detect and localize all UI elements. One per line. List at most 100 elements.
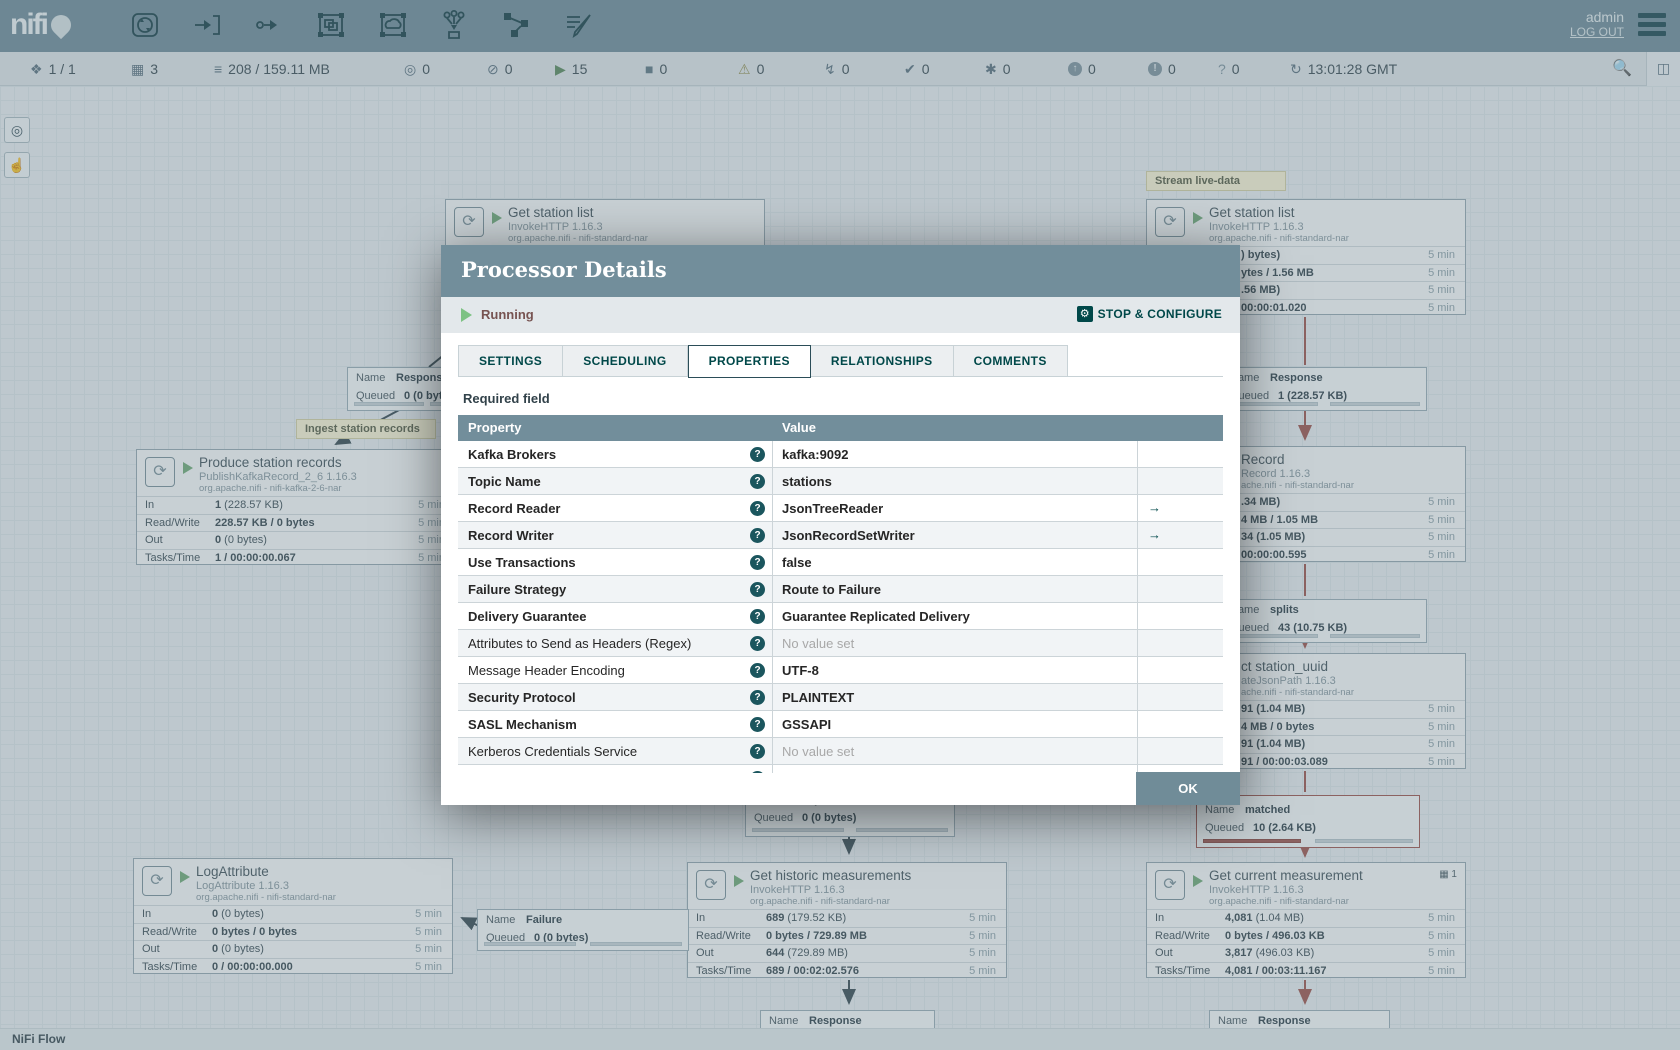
help-icon[interactable]: ? [750,663,765,678]
go-to-service-icon[interactable]: → [1148,527,1161,542]
property-name: Attributes to Send as Headers (Regex) [468,636,692,651]
help-icon[interactable]: ? [750,690,765,705]
property-value: Guarantee Replicated Delivery [782,609,970,624]
property-value: No value set [782,744,855,759]
help-icon[interactable]: ? [750,528,765,543]
property-value: JsonTreeReader [782,501,884,516]
column-divider [772,684,773,710]
column-divider [1137,441,1138,467]
property-value: kafka:9092 [782,447,849,462]
run-status-text: Running [481,307,534,322]
property-name: SASL Mechanism [468,717,577,732]
tab-scheduling[interactable]: SCHEDULING [563,345,688,377]
column-divider [772,657,773,683]
required-field-note: Required field [463,391,550,406]
property-value: Route to Failure [782,582,881,597]
column-divider [772,576,773,602]
dialog-header: Processor Details [441,245,1240,297]
column-divider [1137,657,1138,683]
property-name: Delivery Guarantee [468,609,587,624]
processor-details-dialog: Processor Details Running ⚙ STOP & CONFI… [441,245,1240,805]
column-divider [1137,576,1138,602]
ok-button[interactable]: OK [1136,772,1240,805]
property-name: Record Reader [468,501,561,516]
property-name: Kerberos Credentials Service [468,744,638,759]
property-value: No value set [782,771,854,773]
dialog-status-row: Running ⚙ STOP & CONFIGURE [441,297,1240,333]
property-name: Failure Strategy [468,582,567,597]
property-value: false [782,555,812,570]
property-value: GSSAPI [782,717,832,732]
property-row: Use Transactions? false [458,549,1223,576]
tab-relationships[interactable]: RELATIONSHIPS [810,345,954,377]
column-divider [772,630,773,656]
property-value: No value set [782,636,855,651]
properties-table-header: Property Value [458,415,1223,441]
property-name: Record Writer [468,528,554,543]
property-row: Delivery Guarantee? Guarantee Replicated … [458,603,1223,630]
property-row: Kerberos Credentials Service? No value se… [458,738,1223,765]
column-divider [772,738,773,764]
column-divider [1137,468,1138,494]
property-value: PLAINTEXT [782,690,855,705]
help-icon[interactable]: ? [750,636,765,651]
column-divider [772,765,773,773]
help-icon[interactable]: ? [750,582,765,597]
column-divider [772,711,773,737]
property-value: UTF-8 [782,663,819,678]
dialog-title: Processor Details [461,257,667,282]
column-divider [772,603,773,629]
help-icon[interactable]: ? [750,555,765,570]
column-divider [1137,684,1138,710]
property-name: Security Protocol [468,690,576,705]
column-divider [772,522,773,548]
property-row: Record Writer? JsonRecordSetWriter → [458,522,1223,549]
property-row: Security Protocol? PLAINTEXT [458,684,1223,711]
column-divider [1137,495,1138,521]
help-icon[interactable]: ? [750,609,765,624]
property-row: Message Header Encoding? UTF-8 [458,657,1223,684]
tab-settings[interactable]: SETTINGS [458,345,564,377]
help-icon[interactable]: ? [750,474,765,489]
help-icon[interactable]: ? [750,744,765,759]
tab-comments[interactable]: COMMENTS [953,345,1068,377]
help-icon[interactable]: ? [750,717,765,732]
column-property: Property [468,420,522,435]
column-divider [772,495,773,521]
running-icon [461,308,472,322]
property-row: SASL Mechanism? GSSAPI [458,711,1223,738]
help-icon[interactable]: ? [750,447,765,462]
property-name: Kerberos Service Name [468,771,606,773]
tab-properties[interactable]: PROPERTIES [687,345,811,378]
column-divider [1137,522,1138,548]
column-divider [772,549,773,575]
column-divider [1137,549,1138,575]
column-divider [1137,711,1138,737]
stop-and-configure-label: STOP & CONFIGURE [1097,307,1222,321]
column-divider [1137,738,1138,764]
property-value: stations [782,474,832,489]
property-value: JsonRecordSetWriter [782,528,915,543]
go-to-service-icon[interactable]: → [1148,500,1161,515]
property-name: Use Transactions [468,555,576,570]
help-icon[interactable]: ? [750,501,765,516]
property-name: Kafka Brokers [468,447,557,462]
property-row: Kerberos Service Name? No value set [458,765,1223,773]
dialog-tabs: SETTINGS SCHEDULING PROPERTIES RELATIONS… [458,345,1223,378]
nifi-app: nifi admin LOG OUT ↻ 13:01:28 GMT 🔍 ◫ ❖ 1… [0,0,1680,1050]
properties-table[interactable]: Property Value Kafka Brokers? kafka:9092 T… [458,415,1223,773]
stop-and-configure-button[interactable]: ⚙ STOP & CONFIGURE [1076,306,1222,322]
property-row: Record Reader? JsonTreeReader → [458,495,1223,522]
column-value: Value [782,420,816,435]
property-row: Topic Name? stations [458,468,1223,495]
property-row: Failure Strategy? Route to Failure [458,576,1223,603]
property-row: Kafka Brokers? kafka:9092 [458,441,1223,468]
column-divider [1137,630,1138,656]
column-divider [772,441,773,467]
property-row: Attributes to Send as Headers (Regex)? No… [458,630,1223,657]
column-divider [772,468,773,494]
property-name: Topic Name [468,474,541,489]
help-icon[interactable]: ? [750,771,765,773]
property-name: Message Header Encoding [468,663,625,678]
gear-icon: ⚙ [1076,306,1093,322]
